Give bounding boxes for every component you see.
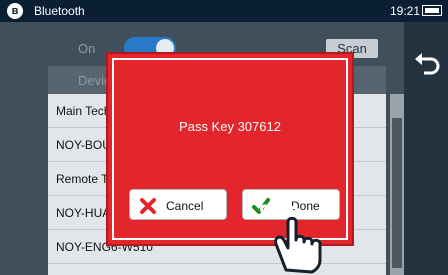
cancel-button[interactable]: Cancel [129,189,227,220]
right-panel [404,22,448,275]
scrollbar-thumb[interactable] [392,118,402,268]
device-list-header-label: Devic [78,73,111,88]
close-icon [140,198,156,214]
power-label: On [78,41,96,56]
status-bar: ʙ Bluetooth 19:21 [0,0,448,22]
cancel-label: Cancel [166,199,204,213]
battery-icon [422,5,442,16]
passkey-message: Pass Key 307612 [179,119,281,134]
status-time: 19:21 [390,4,421,18]
pointer-hand-icon [260,202,322,274]
bluetooth-icon: ʙ [7,3,23,19]
back-arrow-icon[interactable] [412,50,442,80]
status-title: Bluetooth [34,4,85,18]
